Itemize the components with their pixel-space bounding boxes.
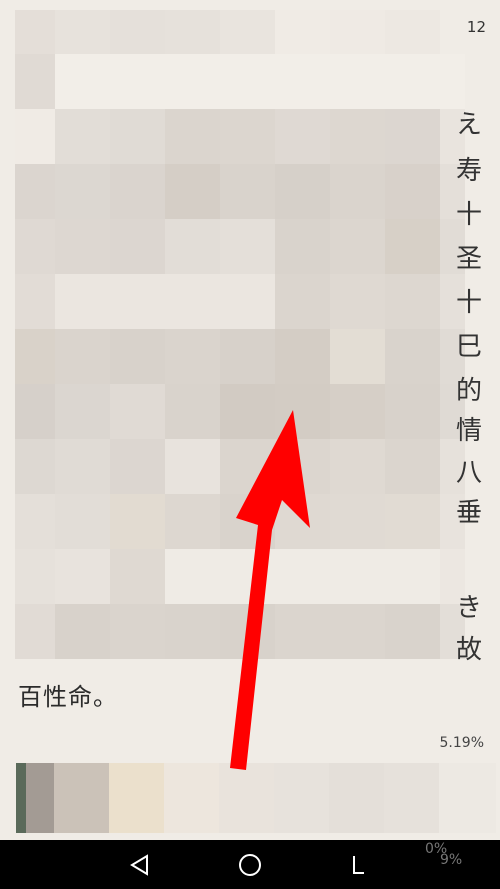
side-char: 情	[455, 416, 482, 446]
recents-button[interactable]	[328, 840, 388, 889]
side-char: 垂	[455, 498, 482, 528]
reading-progress: 5.19%	[439, 735, 484, 751]
thumbnail[interactable]	[164, 763, 219, 833]
thumbnail-strip[interactable]	[16, 763, 496, 833]
android-nav-bar: 0% 9%	[0, 840, 500, 889]
side-char: 圣	[455, 244, 482, 274]
thumbnail[interactable]	[219, 763, 274, 833]
side-char: 十	[455, 288, 482, 318]
side-char: 故	[455, 635, 482, 665]
side-char: 的	[455, 376, 482, 406]
thumbnail[interactable]	[439, 763, 496, 833]
ghost-percent: 9%	[440, 852, 463, 868]
side-char: き	[455, 593, 482, 623]
home-button[interactable]	[220, 840, 280, 889]
thumbnail[interactable]	[54, 763, 109, 833]
right-text-column: え 寿 十 圣 十 巳 的 情 八 垂 き 故	[455, 0, 500, 665]
thumbnail[interactable]	[329, 763, 384, 833]
body-text-line: 百性命。	[18, 683, 118, 711]
pixelated-content	[0, 0, 470, 660]
thumbnail[interactable]	[274, 763, 329, 833]
bracket-recents-icon	[353, 855, 364, 874]
thumbnail[interactable]	[109, 763, 164, 833]
thumbnail[interactable]	[26, 763, 54, 833]
circle-home-icon	[239, 853, 261, 876]
thumbnail-avatar[interactable]	[16, 763, 26, 833]
triangle-back-icon	[130, 853, 148, 876]
side-char: え	[455, 110, 482, 140]
thumbnail[interactable]	[384, 763, 439, 833]
side-char: 八	[455, 458, 482, 488]
side-char: 寿	[455, 156, 482, 186]
side-char: 巳	[455, 332, 482, 362]
back-button[interactable]	[110, 840, 170, 889]
reader-page[interactable]: 12 え 寿 十 圣 十 巳 的 情 八 垂 き 故 百性命。 5.19%	[0, 0, 500, 840]
side-char: 十	[455, 200, 482, 230]
